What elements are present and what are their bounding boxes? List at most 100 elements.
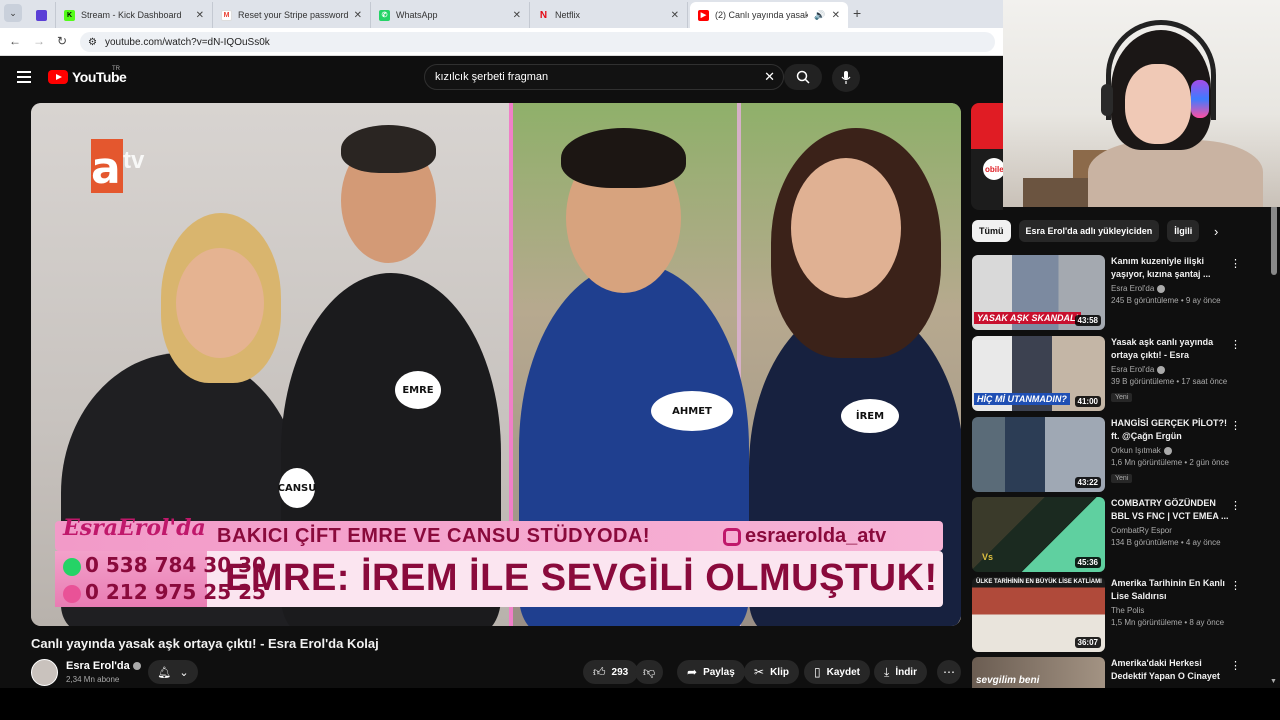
country-code: TR [112, 66, 120, 72]
recommendation-channel[interactable]: CombatRy Espor [1111, 526, 1229, 535]
close-icon[interactable]: ✕ [354, 10, 362, 21]
search-query: kızılcık şerbeti fragman [435, 71, 549, 83]
tab-netflix[interactable]: N Netflix ✕ [530, 2, 688, 28]
channel-name-wrap[interactable]: Esra Erol'da [66, 660, 141, 672]
recommendation-meta: 1,6 Mn görüntüleme • 2 gün önce [1111, 458, 1229, 467]
video-thumbnail[interactable]: sevgilim beni [972, 657, 1105, 688]
reload-icon[interactable]: ↻ [57, 34, 67, 48]
name-tag-irem: İREM [841, 399, 899, 433]
recommendation-item[interactable]: 43:22 HANGİSİ GERÇEK PİLOT?! ft. @Çağn E… [972, 417, 1244, 493]
video-player[interactable]: CANSU EMRE AHMET İREM a tv EsraErol'da B… [31, 103, 961, 626]
recommendation-title[interactable]: Amerika Tarihinin En Kanlı Lise Saldırıs… [1111, 577, 1229, 603]
clip-button[interactable]: ✂ Klip [744, 660, 799, 684]
name-tag-ahmet: AHMET [651, 391, 733, 431]
whatsapp-icon [63, 557, 81, 576]
recommendation-title[interactable]: Kanım kuzeniyle ilişki yaşıyor, kızına ş… [1111, 255, 1229, 281]
chip-from-uploader[interactable]: Esra Erol'da adlı yükleyiciden [1018, 220, 1160, 242]
recommendation-item[interactable]: sevgilim beni Amerika'daki Herkesi Dedek… [972, 657, 1244, 688]
like-button[interactable]: 👍︎ 293 [583, 660, 639, 684]
close-icon[interactable]: ✕ [196, 10, 204, 21]
recommendation-title[interactable]: Yasak aşk canlı yayında ortaya çıktı! - … [1111, 336, 1229, 362]
recommendation-meta: 1,5 Mn görüntüleme • 8 ay önce [1111, 618, 1225, 627]
lower-third-main: 0 538 784 30 30 0 212 975 25 25 EMRE: İR… [55, 551, 943, 607]
channel-name[interactable]: The Polis [1111, 606, 1144, 615]
save-button[interactable]: ▯ Kaydet [804, 660, 870, 684]
chevron-right-icon[interactable]: › [1214, 224, 1218, 239]
new-tab-button[interactable]: + [853, 5, 861, 21]
url-field[interactable]: ⚙ youtube.com/watch?v=dN-IQOuSs0k [80, 32, 995, 52]
face [791, 158, 901, 298]
close-icon[interactable]: ✕ [832, 10, 840, 21]
sidebar-scrollbar[interactable] [1271, 205, 1277, 275]
ad-card[interactable]: obile [971, 103, 1003, 210]
phone-icon [63, 584, 81, 603]
whatsapp-icon: ✆ [379, 9, 390, 21]
channel-name[interactable]: CombatRy Espor [1111, 526, 1172, 535]
more-actions-icon[interactable]: ⋯ [937, 660, 961, 684]
more-options-icon[interactable]: ⋮ [1230, 499, 1241, 512]
scroll-down-icon[interactable]: ▼ [1270, 678, 1277, 685]
share-button[interactable]: ➦ Paylaş [677, 660, 745, 684]
clear-search-icon[interactable]: ✕ [764, 69, 775, 85]
notification-button[interactable]: 🔔︎ ⌄ [148, 660, 198, 684]
speaker-icon[interactable]: 🔊 [814, 10, 825, 21]
verified-icon [1157, 284, 1166, 293]
recommendation-item[interactable]: YASAK AŞK SKANDALI 43:58 Kanım kuzeniyle… [972, 255, 1244, 331]
recommendation-item[interactable]: Vs 45:36 COMBATRY GÖZÜNDEN BBL VS FNC | … [972, 497, 1244, 573]
channel-name[interactable]: Esra Erol'da [1111, 365, 1154, 374]
menu-icon[interactable] [17, 71, 31, 86]
recommendation-channel[interactable]: The Polis [1111, 606, 1229, 615]
channel-name[interactable]: Orkun Işıtmak [1111, 446, 1161, 455]
channel-name[interactable]: Esra Erol'da [1111, 284, 1154, 293]
recommendation-info: Kanım kuzeniyle ilişki yaşıyor, kızına ş… [1111, 255, 1229, 305]
recommendation-item[interactable]: HİÇ Mİ UTANMADIN? 41:00 Yasak aşk canlı … [972, 336, 1244, 412]
video-thumbnail[interactable]: ÜLKE TARİHİNİN EN BÜYÜK LİSE KATLİAMI 36… [972, 577, 1105, 652]
channel-name[interactable]: Esra Erol'da [66, 660, 130, 672]
tab-gmail[interactable]: M Reset your Stripe password - m ✕ [213, 2, 371, 28]
search-input[interactable]: kızılcık şerbeti fragman ✕ [424, 64, 784, 90]
dislike-button[interactable]: 👎︎ [635, 660, 664, 684]
more-options-icon[interactable]: ⋮ [1230, 257, 1241, 270]
site-info-icon[interactable]: ⚙ [88, 37, 97, 48]
tab-whatsapp[interactable]: ✆ WhatsApp ✕ [371, 2, 530, 28]
recommendation-info: Amerika'daki Herkesi Dedektif Yapan O Ci… [1111, 657, 1229, 683]
recommendation-title[interactable]: HANGİSİ GERÇEK PİLOT?! ft. @Çağn Ergün [1111, 417, 1229, 443]
tab-title: Netflix [555, 10, 581, 20]
recommendation-channel[interactable]: Orkun Işıtmak [1111, 446, 1229, 455]
recommendation-meta: 39 B görüntüleme • 17 saat önce [1111, 377, 1228, 386]
video-thumbnail[interactable]: HİÇ Mİ UTANMADIN? 41:00 [972, 336, 1105, 411]
pinned-tab[interactable] [28, 2, 56, 28]
thumbnail-caption: HİÇ Mİ UTANMADIN? [974, 393, 1070, 405]
more-options-icon[interactable]: ⋮ [1230, 419, 1241, 432]
close-icon[interactable]: ✕ [671, 10, 679, 21]
recommendation-title[interactable]: COMBATRY GÖZÜNDEN BBL VS FNC | VCT EMEA … [1111, 497, 1229, 523]
recommendation-title[interactable]: Amerika'daki Herkesi Dedektif Yapan O Ci… [1111, 657, 1229, 683]
more-options-icon[interactable]: ⋮ [1230, 659, 1241, 672]
close-icon[interactable]: ✕ [513, 10, 521, 21]
tab-search-button[interactable]: ⌄ [4, 4, 22, 22]
back-icon[interactable]: ← [9, 34, 21, 48]
atv-logo-tv: tv [123, 147, 145, 174]
recommendation-channel[interactable]: Esra Erol'da [1111, 365, 1229, 374]
more-options-icon[interactable]: ⋮ [1230, 338, 1241, 351]
channel-avatar[interactable] [31, 659, 58, 686]
download-button[interactable]: ⤓ İndir [874, 660, 927, 684]
video-thumbnail[interactable]: YASAK AŞK SKANDALI 43:58 [972, 255, 1105, 330]
forward-icon[interactable]: → [33, 34, 45, 48]
youtube-logo[interactable]: YouTube TR [48, 66, 127, 85]
tab-youtube[interactable]: ▶ (2) Canlı yayında yasak aşk 🔊 ✕ [690, 2, 848, 28]
video-thumbnail[interactable]: Vs 45:36 [972, 497, 1105, 572]
search-button[interactable] [784, 64, 822, 90]
voice-search-button[interactable] [832, 64, 860, 92]
name-tag-cansu: CANSU [278, 468, 316, 508]
more-options-icon[interactable]: ⋮ [1230, 579, 1241, 592]
video-thumbnail[interactable]: 43:22 [972, 417, 1105, 492]
chip-related[interactable]: İlgili [1167, 220, 1200, 242]
tab-title: (2) Canlı yayında yasak aşk [715, 10, 809, 20]
recommendation-channel[interactable]: Esra Erol'da [1111, 284, 1229, 293]
netflix-icon: N [539, 9, 548, 21]
chip-all[interactable]: Tümü [972, 220, 1011, 242]
recommendation-item[interactable]: ÜLKE TARİHİNİN EN BÜYÜK LİSE KATLİAMI 36… [972, 577, 1244, 653]
browser-tab-strip: ⌄ K Stream - Kick Dashboard ✕ M Reset yo… [0, 0, 1003, 28]
tab-kick[interactable]: K Stream - Kick Dashboard ✕ [56, 2, 213, 28]
